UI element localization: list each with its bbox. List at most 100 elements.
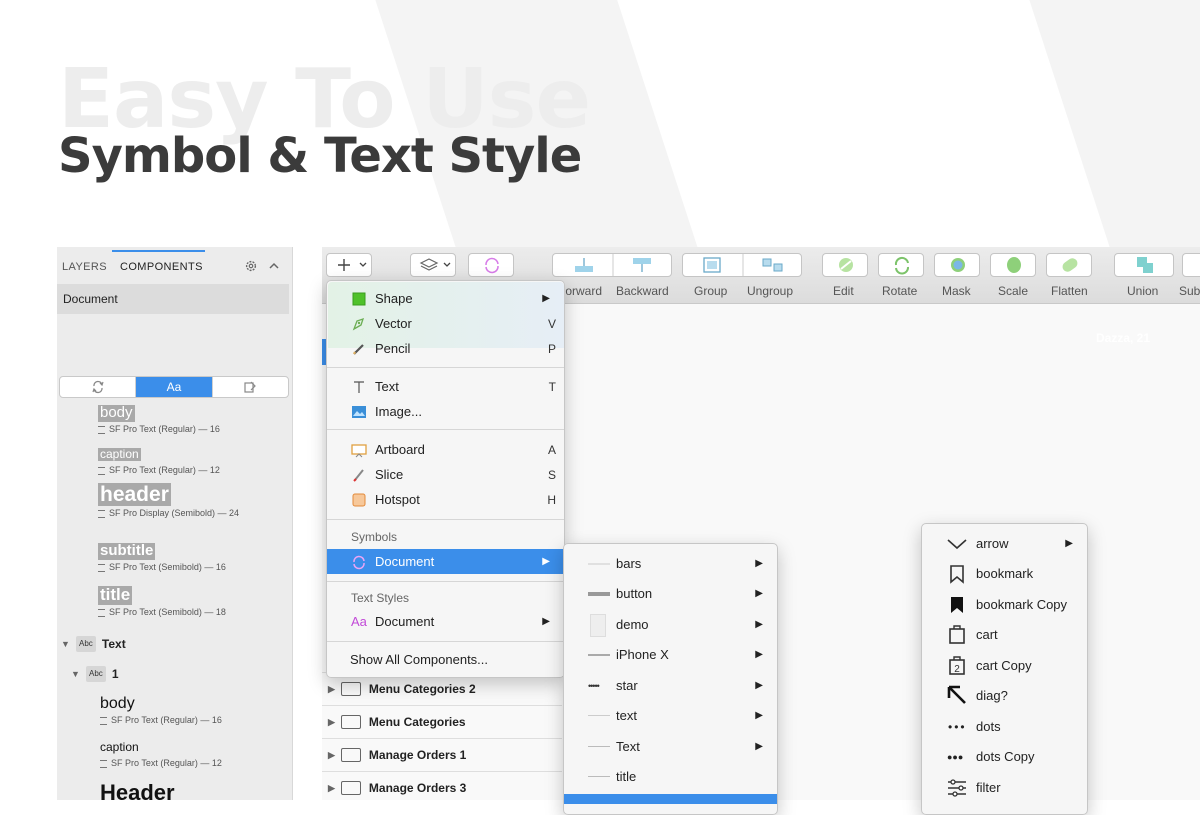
cart-copy-icon: 2 (949, 656, 965, 675)
toolbar-label-rotate: Rotate (882, 284, 918, 298)
disclosure-triangle-icon[interactable]: ▶ (328, 684, 335, 695)
toolbar-label-flatten: Flatten (1051, 284, 1088, 298)
tree-subgroup[interactable]: ▼ Abc 1 (71, 666, 119, 682)
text-style-item[interactable]: body SF Pro Text (Regular) — 16 (98, 404, 220, 434)
symbol-item-filter[interactable]: filter (922, 775, 1087, 800)
symbol-thumbnail (588, 746, 610, 747)
edit-button[interactable] (822, 253, 868, 277)
submenu-arrow-icon: ▶ (542, 293, 550, 304)
layer-row[interactable]: ▶ Menu Categories (322, 705, 562, 738)
disclosure-triangle-icon[interactable]: ▶ (328, 783, 335, 794)
component-type-segmented-control: Aa (59, 376, 289, 398)
document-selector[interactable]: Document (57, 284, 289, 314)
symbol-item-star[interactable]: ••••• star ▶ (564, 673, 777, 698)
menu-item-show-all-components[interactable]: Show All Components... (327, 647, 564, 672)
group-ungroup-icon (703, 254, 783, 276)
submenu-arrow-icon: ▶ (542, 556, 550, 567)
flatten-button[interactable] (1046, 253, 1092, 277)
text-style-item[interactable]: body SF Pro Text (Regular) — 16 (100, 695, 222, 725)
menu-item-text[interactable]: Text T (327, 374, 564, 399)
symbol-item-bookmark-copy[interactable]: bookmark Copy (922, 592, 1087, 617)
insert-menu: Shape ▶ Vector V Pencil P Text T Image... Ar… (326, 280, 565, 678)
menu-item-image[interactable]: Image... (327, 399, 564, 424)
symbols-segment[interactable] (60, 377, 137, 397)
menu-item-pencil[interactable]: Pencil P (327, 336, 564, 361)
text-style-item[interactable]: Header (100, 780, 175, 800)
dots-icon: ••• (948, 719, 967, 734)
text-style-item[interactable]: header SF Pro Display (Semibold) — 24 (98, 483, 239, 518)
layer-name: Menu Categories 2 (368, 682, 476, 696)
text-style-item[interactable]: title SF Pro Text (Semibold) — 18 (98, 585, 226, 617)
layer-row[interactable]: ▶ Manage Orders 1 (322, 738, 562, 771)
layer-row[interactable]: ▶ Manage Orders 3 (322, 771, 562, 800)
symbol-item-dots-copy[interactable]: ●●● dots Copy (922, 744, 1087, 769)
tab-layers[interactable]: LAYERS (62, 261, 107, 273)
menu-item-symbols-document[interactable]: Document ▶ (327, 549, 564, 574)
image-icon (352, 405, 366, 418)
insert-button[interactable] (326, 253, 372, 277)
menu-item-artboard[interactable]: Artboard A (327, 437, 564, 462)
arrange-button-group[interactable] (552, 253, 672, 277)
symbol-item-diag[interactable]: diag? (922, 683, 1087, 708)
toolbar-label-ungroup: Ungroup (747, 284, 794, 298)
disclosure-triangle-icon[interactable]: ▶ (328, 717, 335, 728)
rotate-button[interactable] (878, 253, 924, 277)
tab-components[interactable]: COMPONENTS (120, 261, 203, 273)
text-style-meta: SF Pro Display (Semibold) — 24 (98, 508, 239, 518)
symbol-item-bars[interactable]: bars ▶ (564, 551, 777, 576)
text-cursor-icon (354, 380, 364, 393)
menu-item-hotspot[interactable]: Hotspot H (327, 487, 564, 512)
layer-styles-segment[interactable] (213, 377, 288, 397)
symbol-item-button[interactable]: button ▶ (564, 581, 777, 606)
symbol-item-highlighted[interactable] (564, 794, 777, 804)
subtract-button[interactable] (1182, 253, 1200, 277)
union-button[interactable] (1114, 253, 1174, 277)
submenu-arrow-icon: ▶ (755, 680, 763, 691)
scale-button[interactable] (990, 253, 1036, 277)
tree-group-text[interactable]: ▼ Abc Text (61, 636, 126, 652)
dots-filled-icon: ●●● (947, 751, 964, 762)
text-style-item[interactable]: caption SF Pro Text (Regular) — 12 (98, 445, 220, 475)
symbol-item-bookmark[interactable]: bookmark (922, 561, 1087, 586)
symbol-item-cart[interactable]: cart (922, 622, 1087, 647)
symbol-thumbnail (588, 563, 610, 565)
symbol-item-text-upper[interactable]: Text ▶ (564, 734, 777, 759)
text-style-item[interactable]: caption SF Pro Text (Regular) — 12 (100, 738, 222, 768)
forward-backward-icon (575, 254, 651, 276)
chevron-up-icon[interactable] (268, 260, 280, 272)
disclosure-triangle-icon[interactable]: ▼ (61, 639, 70, 649)
sync-icon (92, 380, 104, 394)
mask-button[interactable] (934, 253, 980, 277)
menu-item-slice[interactable]: Slice S (327, 462, 564, 487)
icon-symbols-submenu: arrow ▶ bookmark bookmark Copy cart 2 car… (921, 523, 1088, 815)
union-icon (1137, 257, 1153, 273)
gear-icon[interactable] (244, 259, 258, 273)
layer-name: Menu Categories (368, 715, 466, 729)
toolbar-label-union: Union (1127, 284, 1159, 298)
diagonal-arrow-icon (947, 685, 966, 704)
menu-item-vector[interactable]: Vector V (327, 311, 564, 336)
symbol-item-arrow[interactable]: arrow ▶ (922, 531, 1087, 556)
text-style-aa-icon: Aa (351, 613, 367, 629)
symbol-item-demo[interactable]: demo ▶ (564, 612, 777, 637)
layers-button[interactable] (410, 253, 456, 277)
disclosure-triangle-icon[interactable]: ▼ (71, 669, 80, 679)
symbol-item-text-lower[interactable]: text ▶ (564, 703, 777, 728)
toolbar-label-subtract: Sub (1179, 284, 1200, 298)
create-symbol-button[interactable] (468, 253, 514, 277)
symbol-thumbnail (588, 654, 610, 656)
menu-item-shape[interactable]: Shape ▶ (327, 286, 564, 311)
symbol-thumbnail (588, 592, 610, 596)
artboard-icon (340, 682, 361, 696)
symbol-item-title[interactable]: title (564, 764, 777, 789)
text-style-item[interactable]: subtitle SF Pro Text (Semibold) — 16 (98, 542, 226, 572)
symbol-item-iphone-x[interactable]: iPhone X ▶ (564, 642, 777, 667)
menu-item-text-styles-document[interactable]: Aa Document ▶ (327, 609, 564, 634)
symbol-item-dots[interactable]: ••• dots (922, 714, 1087, 739)
symbol-item-cart-copy[interactable]: 2 cart Copy (922, 653, 1087, 678)
symbols-section-header: Symbols (351, 530, 398, 544)
text-styles-segment[interactable]: Aa (136, 377, 213, 397)
disclosure-triangle-icon[interactable]: ▶ (328, 750, 335, 761)
star-rating-thumbnail: ••••• (588, 680, 600, 691)
group-button-group[interactable] (682, 253, 802, 277)
